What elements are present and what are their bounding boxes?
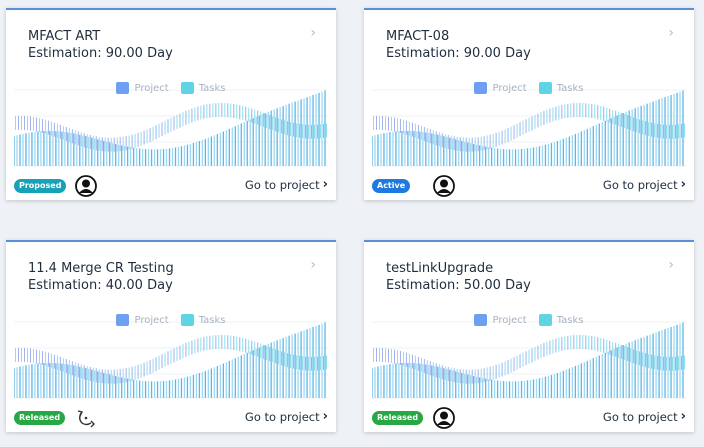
status-badge: Active bbox=[372, 179, 411, 193]
project-card[interactable]: MFACT-08 Estimation: 90.00 Day › Project… bbox=[364, 8, 694, 200]
status-badge: Released bbox=[372, 411, 424, 425]
chevron-right-icon[interactable]: › bbox=[310, 25, 316, 41]
go-to-project-link[interactable]: Go to project › bbox=[245, 177, 328, 193]
legend-project[interactable]: Project bbox=[116, 314, 169, 326]
project-card[interactable]: testLinkUpgrade Estimation: 50.00 Day › … bbox=[364, 240, 694, 432]
chevron-right-icon[interactable]: › bbox=[668, 257, 674, 273]
chevron-right-icon: › bbox=[322, 409, 328, 424]
project-estimation: Estimation: 50.00 Day bbox=[386, 278, 531, 293]
project-title: 11.4 Merge CR Testing bbox=[28, 261, 174, 276]
legend-project[interactable]: Project bbox=[116, 82, 169, 94]
chart-legend: Project Tasks bbox=[364, 82, 694, 94]
project-card[interactable]: MFACT ART Estimation: 90.00 Day › Projec… bbox=[6, 8, 336, 200]
chevron-right-icon: › bbox=[680, 177, 686, 192]
legend-tasks[interactable]: Tasks bbox=[180, 82, 226, 94]
chevron-right-icon[interactable]: › bbox=[668, 25, 674, 41]
legend-tasks[interactable]: Tasks bbox=[538, 314, 584, 326]
project-title: MFACT-08 bbox=[386, 29, 450, 44]
go-to-project-link[interactable]: Go to project › bbox=[245, 409, 328, 425]
status-badge: Released bbox=[14, 411, 66, 425]
user-icon[interactable] bbox=[433, 175, 455, 197]
legend-project[interactable]: Project bbox=[474, 82, 527, 94]
user-icon[interactable] bbox=[433, 407, 455, 429]
legend-project[interactable]: Project bbox=[474, 314, 527, 326]
project-estimation: Estimation: 90.00 Day bbox=[28, 46, 173, 61]
legend-tasks[interactable]: Tasks bbox=[180, 314, 226, 326]
project-card[interactable]: 11.4 Merge CR Testing Estimation: 40.00 … bbox=[6, 240, 336, 432]
rollback-icon[interactable] bbox=[75, 407, 97, 429]
chevron-right-icon[interactable]: › bbox=[310, 257, 316, 273]
chevron-right-icon: › bbox=[322, 177, 328, 192]
go-to-project-link[interactable]: Go to project › bbox=[603, 409, 686, 425]
go-to-project-link[interactable]: Go to project › bbox=[603, 177, 686, 193]
status-badge: Proposed bbox=[14, 179, 67, 193]
project-title: testLinkUpgrade bbox=[386, 261, 494, 276]
user-icon[interactable] bbox=[75, 175, 97, 197]
project-estimation: Estimation: 90.00 Day bbox=[386, 46, 531, 61]
project-title: MFACT ART bbox=[28, 29, 101, 44]
chart-legend: Project Tasks bbox=[364, 314, 694, 326]
chevron-right-icon: › bbox=[680, 409, 686, 424]
legend-tasks[interactable]: Tasks bbox=[538, 82, 584, 94]
chart-legend: Project Tasks bbox=[6, 82, 336, 94]
chart-legend: Project Tasks bbox=[6, 314, 336, 326]
project-estimation: Estimation: 40.00 Day bbox=[28, 278, 173, 293]
